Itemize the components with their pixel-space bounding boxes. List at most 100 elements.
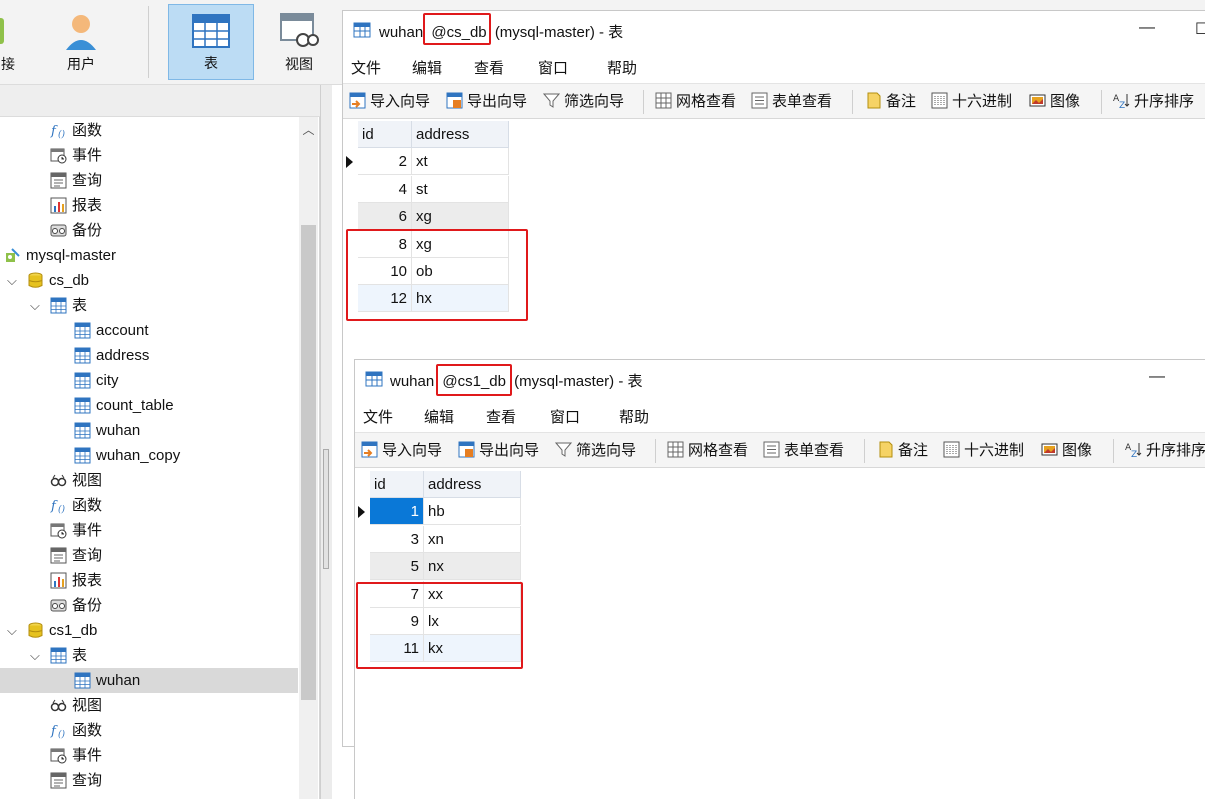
tree-item[interactable]: ⌵ 表 [0, 643, 298, 668]
tree-item[interactable]: city [0, 368, 298, 393]
tree-item[interactable]: 事件 [0, 743, 298, 768]
tree-item[interactable]: 视图 [0, 468, 298, 493]
tree-item[interactable]: 事件 [0, 518, 298, 543]
expand-chevron-icon[interactable]: ⌵ [30, 293, 40, 318]
tree-item[interactable]: 查询 [0, 168, 298, 193]
cell-address[interactable]: st [412, 176, 509, 203]
menu-item[interactable]: 窗口 [538, 57, 568, 78]
tree-item[interactable]: 事件 [0, 143, 298, 168]
export-wizard-button[interactable]: 导出向导 [446, 92, 527, 112]
minimize-button[interactable]: — [1139, 19, 1155, 37]
cell-id[interactable]: 4 [358, 176, 412, 203]
expand-chevron-icon[interactable]: ⌵ [7, 268, 17, 293]
sort-ascending-button[interactable]: A Z 升序排序 [1125, 441, 1205, 461]
tree-item[interactable]: 备份 [0, 218, 298, 243]
export-wizard-button[interactable]: 导出向导 [458, 441, 539, 461]
menu-item[interactable]: 编辑 [424, 406, 454, 427]
menu-item[interactable]: 文件 [363, 406, 393, 427]
tool-label: 网格查看 [688, 442, 749, 459]
title-table-name: wuhan [390, 373, 435, 390]
menu-item[interactable]: 查看 [486, 406, 516, 427]
tool-label: 图像 [1050, 93, 1081, 110]
user-button[interactable]: 用户 [50, 4, 112, 80]
memo-button[interactable]: 备注 [865, 92, 916, 112]
sidebar-scrollbar[interactable]: ︿ [299, 117, 318, 799]
tree-item[interactable]: f() 函数 [0, 118, 298, 143]
grid-view-button[interactable]: 网格查看 [655, 92, 736, 112]
image-button[interactable]: 图像 [1029, 92, 1080, 112]
hex-button[interactable]: 十六进制 [943, 441, 1024, 461]
scrollbar-thumb[interactable] [301, 225, 316, 700]
import-wizard-button[interactable]: 导入向导 [349, 92, 430, 112]
cell-address[interactable]: xn [424, 526, 521, 553]
tree-item[interactable]: wuhan [0, 668, 298, 693]
view-button[interactable]: 视图 [268, 4, 330, 80]
tree-item[interactable]: 查询 [0, 543, 298, 568]
cell-address[interactable]: xt [412, 148, 509, 175]
connection-label: 接 [1, 56, 15, 72]
form-view-button[interactable]: 表单查看 [751, 92, 832, 112]
hex-button[interactable]: 十六进制 [931, 92, 1012, 112]
scroll-up-icon[interactable]: ︿ [299, 121, 318, 138]
tree-item-label: wuhan [96, 422, 141, 439]
tree-item[interactable]: count_table [0, 393, 298, 418]
tree-item[interactable]: wuhan [0, 418, 298, 443]
tree-item[interactable]: ⌵ cs1_db [0, 618, 298, 643]
minimize-button[interactable]: — [1149, 368, 1165, 386]
panel-splitter[interactable] [320, 85, 332, 799]
column-header-id[interactable]: id [358, 121, 412, 148]
filter-wizard-button[interactable]: 筛选向导 [542, 92, 624, 112]
menu-item[interactable]: 查看 [474, 57, 504, 78]
filter-wizard-button[interactable]: 筛选向导 [554, 441, 636, 461]
cell-id[interactable]: 3 [370, 526, 424, 553]
tool-label: 图像 [1062, 442, 1093, 459]
tool-label: 十六进制 [964, 442, 1025, 459]
menu-item[interactable]: 窗口 [550, 406, 580, 427]
tree-item-label: 表 [72, 647, 88, 664]
menu-item[interactable]: 编辑 [412, 57, 442, 78]
column-header-id[interactable]: id [370, 471, 424, 498]
form-view-button[interactable]: 表单查看 [763, 441, 844, 461]
tree-item[interactable]: ⌵ 表 [0, 293, 298, 318]
expand-chevron-icon[interactable]: ⌵ [30, 643, 40, 668]
menu-item[interactable]: 文件 [351, 57, 381, 78]
splitter-grip[interactable] [323, 449, 329, 569]
tree-item[interactable]: address [0, 343, 298, 368]
tree-item[interactable]: 报表 [0, 568, 298, 593]
cell-id[interactable]: 2 [358, 148, 412, 175]
tree-item[interactable]: wuhan_copy [0, 443, 298, 468]
cell-address[interactable]: xg [412, 203, 509, 230]
tree-item[interactable]: 查询 [0, 768, 298, 793]
tree-item[interactable]: 备份 [0, 593, 298, 618]
import-wizard-button[interactable]: 导入向导 [361, 441, 442, 461]
tables-icon [50, 647, 67, 664]
sort-ascending-button[interactable]: A Z 升序排序 [1113, 92, 1194, 112]
cell-id[interactable]: 1 [370, 498, 424, 525]
column-header-address[interactable]: address [412, 121, 509, 148]
column-header-address[interactable]: address [424, 471, 521, 498]
cell-id[interactable]: 6 [358, 203, 412, 230]
image-button[interactable]: 图像 [1041, 441, 1092, 461]
tree-item[interactable]: account [0, 318, 298, 343]
menu-item[interactable]: 帮助 [619, 406, 649, 427]
tree-item[interactable]: f() 函数 [0, 493, 298, 518]
view-icon [50, 472, 67, 489]
tree-item[interactable]: 视图 [0, 693, 298, 718]
expand-chevron-icon[interactable]: ⌵ [7, 618, 17, 643]
tree-item[interactable]: f() 函数 [0, 718, 298, 743]
cell-address[interactable]: hb [424, 498, 521, 525]
cell-address[interactable]: nx [424, 553, 521, 580]
grid-view-button[interactable]: 网格查看 [667, 441, 748, 461]
window-title: wuhan @cs_db (mysql-master) - 表 [379, 21, 623, 42]
maximize-button[interactable]: ☐ [1195, 19, 1205, 39]
svg-text:f: f [50, 499, 58, 514]
table-button[interactable]: 表 [168, 4, 254, 80]
tree-item[interactable]: ⌵ cs_db [0, 268, 298, 293]
tree-item[interactable]: 报表 [0, 193, 298, 218]
menu-item[interactable]: 帮助 [607, 57, 637, 78]
connection-button[interactable]: 接 [0, 4, 20, 80]
window-table-icon [365, 371, 383, 390]
memo-button[interactable]: 备注 [877, 441, 928, 461]
tree-item[interactable]: mysql-master [0, 243, 298, 268]
cell-id[interactable]: 5 [370, 553, 424, 580]
